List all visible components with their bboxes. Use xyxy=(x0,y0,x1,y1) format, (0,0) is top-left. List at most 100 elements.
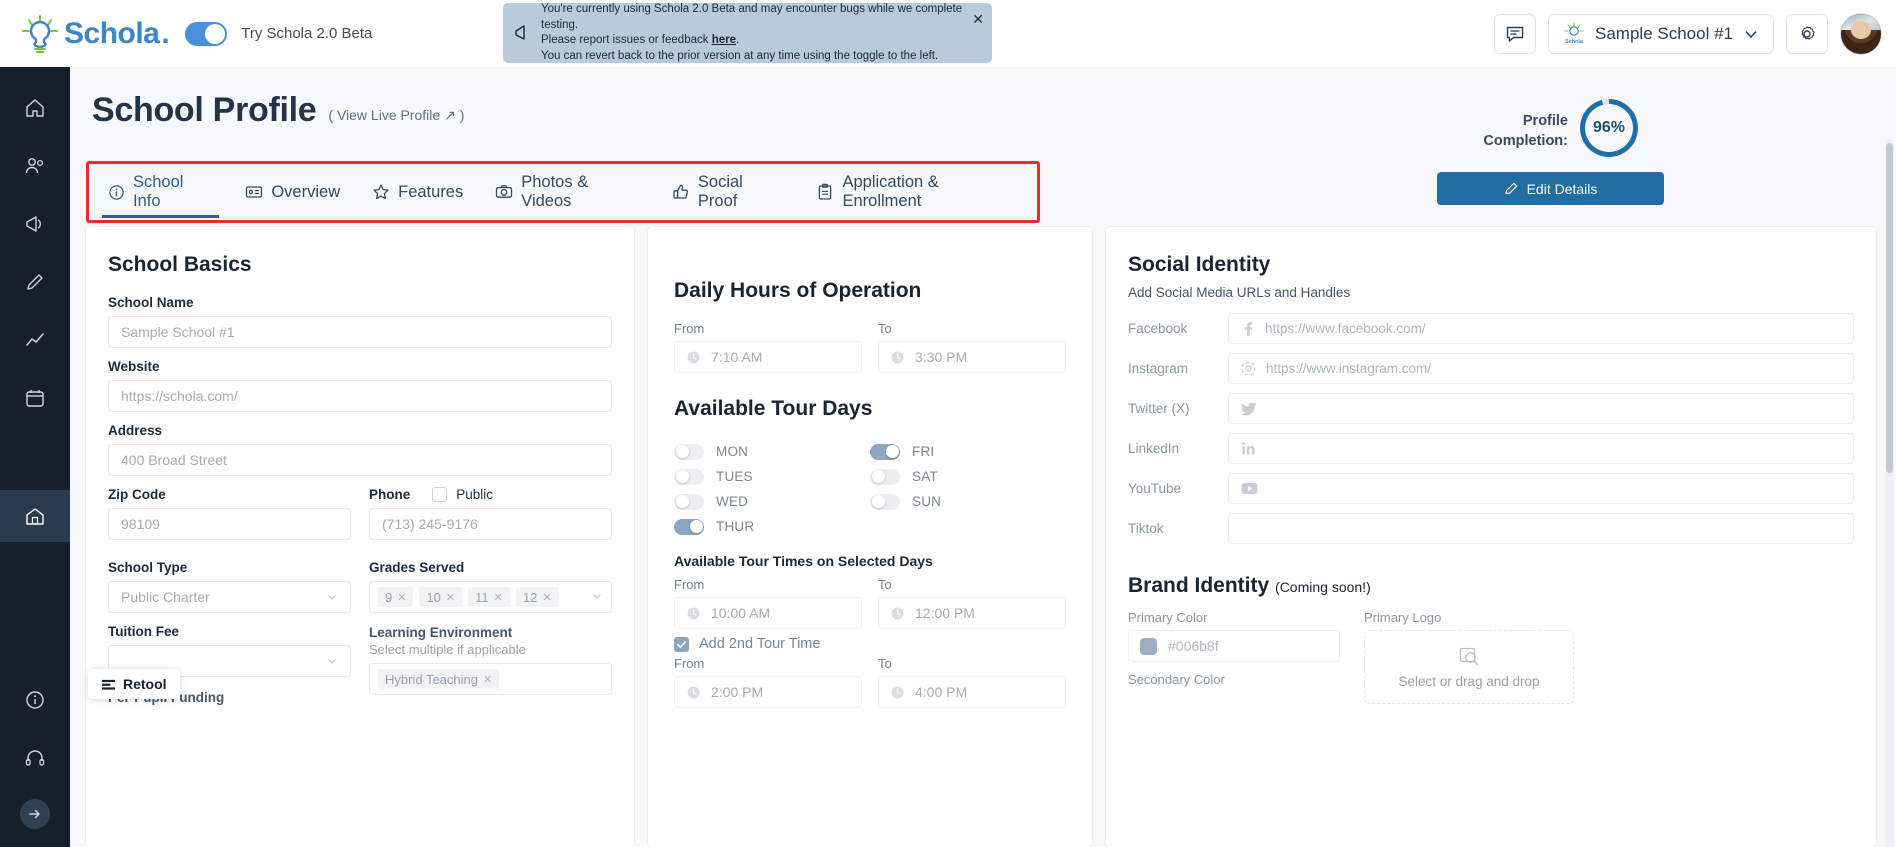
sidebar-item-support[interactable] xyxy=(13,741,57,775)
social-identity-subtitle: Add Social Media URLs and Handles xyxy=(1128,285,1351,300)
address-input[interactable]: 400 Broad Street xyxy=(108,444,612,476)
feedback-link[interactable]: here xyxy=(712,34,736,46)
sidebar-item-home[interactable] xyxy=(13,91,57,125)
sidebar-item-tools[interactable] xyxy=(13,265,57,299)
toggle-switch[interactable] xyxy=(674,443,704,460)
tour-day-thur[interactable]: THUR xyxy=(674,514,870,539)
chat-icon xyxy=(1505,24,1525,44)
toggle-switch[interactable] xyxy=(674,493,704,510)
tour-day-fri[interactable]: FRI xyxy=(870,439,1066,464)
linkedin-icon xyxy=(1241,441,1256,456)
tour-day-sun[interactable]: SUN xyxy=(870,489,1066,514)
messages-button[interactable] xyxy=(1494,13,1537,54)
primary-color-input[interactable]: #006b8f xyxy=(1128,630,1340,662)
tour-time-1-from-input[interactable]: 10:00 AM xyxy=(674,597,862,629)
toggle-switch[interactable] xyxy=(674,468,704,485)
tour-day-sat[interactable]: SAT xyxy=(870,464,1066,489)
sidebar-item-students[interactable] xyxy=(13,149,57,183)
primary-logo-dropzone[interactable]: Select or drag and drop xyxy=(1364,630,1574,704)
tab-label: Features xyxy=(398,182,464,201)
profile-columns: School Basics School Name Sample School … xyxy=(86,227,1882,847)
tab-social-proof[interactable]: Social Proof xyxy=(656,166,801,218)
profile-completion-label: Profile Completion: xyxy=(1483,111,1568,151)
website-input[interactable]: https://schola.com/ xyxy=(108,380,612,412)
beta-toggle[interactable] xyxy=(185,21,228,46)
school-selector-label: Sample School #1 xyxy=(1595,23,1733,43)
school-selector[interactable]: Schola Sample School #1 xyxy=(1548,13,1774,54)
social-row-tiktok: Tiktok xyxy=(1128,513,1854,544)
settings-button[interactable] xyxy=(1786,13,1828,54)
tiktok-input[interactable] xyxy=(1228,513,1854,544)
clock-icon xyxy=(686,350,701,365)
hours-tours-card: Daily Hours of Operation From 7:10 AM To xyxy=(648,227,1092,847)
add-second-tour-time-checkbox[interactable]: Add 2nd Tour Time xyxy=(674,636,1066,652)
close-icon[interactable]: ✕ xyxy=(397,591,406,604)
grades-served-input[interactable]: 9 ✕ 10 ✕ 11 ✕ 12 ✕ xyxy=(369,581,612,613)
headset-icon xyxy=(24,747,46,769)
sidebar-item-help-info[interactable] xyxy=(13,683,57,717)
sidebar-item-calendar[interactable] xyxy=(13,381,57,415)
tab-school-info[interactable]: School Info xyxy=(92,166,229,218)
retool-badge[interactable]: Retool xyxy=(88,669,180,699)
close-icon[interactable]: ✕ xyxy=(972,12,984,26)
toggle-switch[interactable] xyxy=(870,493,900,510)
school-name-input[interactable]: Sample School #1 xyxy=(108,316,612,348)
linkedin-input[interactable] xyxy=(1228,433,1854,464)
tour-day-tues[interactable]: TUES xyxy=(674,464,870,489)
toggle-switch[interactable] xyxy=(870,443,900,460)
close-icon[interactable]: ✕ xyxy=(446,591,455,604)
sidebar-item-school-profile[interactable] xyxy=(0,490,70,542)
tab-label: Photos & Videos xyxy=(521,173,589,210)
view-live-profile-link[interactable]: ( View Live Profile ↗ ) xyxy=(328,107,464,130)
toggle-switch[interactable] xyxy=(870,468,900,485)
phone-input[interactable]: (713) 245-9176 xyxy=(369,508,612,540)
learning-environment-input[interactable]: Hybrid Teaching ✕ xyxy=(369,663,612,695)
daily-hours-to-input[interactable]: 3:30 PM xyxy=(878,341,1066,373)
profile-tabs: School Info Overview Features Photos & V… xyxy=(92,166,1034,218)
tour-time-2-to-value: 4:00 PM xyxy=(915,684,968,700)
tour-day-wed[interactable]: WED xyxy=(674,489,870,514)
checkbox-icon xyxy=(432,487,448,502)
youtube-input[interactable] xyxy=(1228,473,1854,504)
zip-code-input[interactable]: 98109 xyxy=(108,508,351,540)
brand-identity-coming-soon: (Coming soon!) xyxy=(1275,579,1371,595)
sidebar-item-campaigns[interactable] xyxy=(13,207,57,241)
daily-hours-from-input[interactable]: 7:10 AM xyxy=(674,341,862,373)
instagram-input[interactable]: https://www.instagram.com/ xyxy=(1228,353,1854,384)
tab-features[interactable]: Features xyxy=(356,166,479,218)
twitter-input[interactable] xyxy=(1228,393,1854,424)
vertical-scrollbar[interactable] xyxy=(1885,139,1894,847)
grade-chip[interactable]: 10 ✕ xyxy=(419,587,463,607)
close-icon[interactable]: ✕ xyxy=(542,591,551,604)
sidebar-item-analytics[interactable] xyxy=(13,323,57,357)
toggle-switch[interactable] xyxy=(674,518,704,535)
grade-chip[interactable]: 9 ✕ xyxy=(378,587,414,607)
close-icon[interactable]: ✕ xyxy=(494,591,503,604)
tour-time-1-from-value: 10:00 AM xyxy=(711,605,771,621)
tour-time-1-to-input[interactable]: 12:00 PM xyxy=(878,597,1066,629)
school-basics-card: School Basics School Name Sample School … xyxy=(86,227,634,847)
facebook-icon xyxy=(1241,321,1255,337)
tab-photos-videos[interactable]: Photos & Videos xyxy=(479,166,656,218)
tab-overview[interactable]: Overview xyxy=(229,166,356,218)
scrollbar-thumb[interactable] xyxy=(1886,143,1893,473)
facebook-input[interactable]: https://www.facebook.com/ xyxy=(1228,313,1854,344)
profile-completion-ring: 96% xyxy=(1580,99,1638,157)
tour-time-2-from-input[interactable]: 2:00 PM xyxy=(674,676,862,708)
learning-env-chip[interactable]: Hybrid Teaching ✕ xyxy=(378,669,500,689)
tab-application-enrollment[interactable]: Application & Enrollment xyxy=(800,166,1034,218)
brand-logo[interactable]: Schola . xyxy=(18,12,170,56)
instagram-icon xyxy=(1241,361,1256,376)
school-type-select[interactable]: Public Charter xyxy=(108,581,351,613)
close-icon[interactable]: ✕ xyxy=(483,673,492,686)
edit-details-button[interactable]: Edit Details xyxy=(1437,172,1664,205)
toggle-knob xyxy=(871,470,885,483)
avatar[interactable] xyxy=(1840,12,1882,55)
sidebar-expand-button[interactable] xyxy=(20,799,50,829)
schola-bulb-icon xyxy=(18,12,62,56)
grade-chip[interactable]: 11 ✕ xyxy=(468,587,510,607)
grade-chip[interactable]: 12 ✕ xyxy=(515,587,559,607)
tour-day-mon[interactable]: MON xyxy=(674,439,870,464)
phone-public-checkbox[interactable]: Public xyxy=(432,487,493,502)
tour-time-2-to-input[interactable]: 4:00 PM xyxy=(878,676,1066,708)
